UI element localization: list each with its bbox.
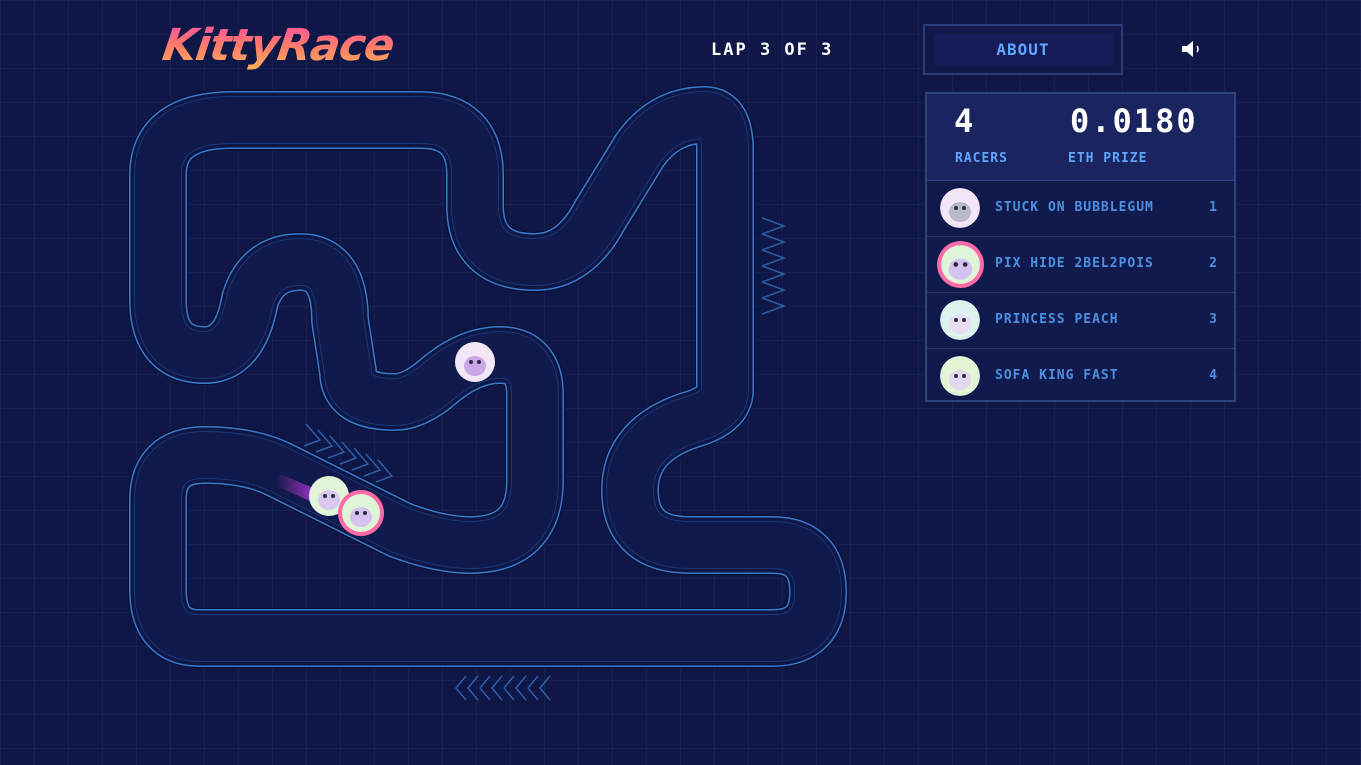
racers-label: RACERS — [955, 151, 1008, 166]
race-panel: 4 RACERS 0.0180 ETH PRIZE STUCK ON BUBBL… — [925, 92, 1236, 402]
kitty-avatar — [940, 188, 980, 228]
kitty-avatar — [940, 300, 980, 340]
chevron-arrows-right — [761, 217, 787, 315]
racer-name: PRINCESS PEACH — [995, 312, 1119, 327]
racer-token-pix-hide[interactable] — [338, 490, 384, 536]
racer-token-stuck-on-bubblegum[interactable] — [455, 342, 495, 382]
racer-name: SOFA KING FAST — [995, 368, 1119, 383]
leaderboard-row[interactable]: PRINCESS PEACH 3 — [927, 293, 1234, 349]
eth-prize-value: 0.0180 — [1070, 102, 1198, 140]
kitty-avatar — [940, 356, 980, 396]
racer-position: 2 — [1209, 256, 1217, 271]
speaker-icon[interactable] — [1180, 38, 1206, 60]
eth-prize-label: ETH PRIZE — [1068, 151, 1148, 166]
racer-position: 4 — [1209, 368, 1217, 383]
about-button[interactable]: ABOUT — [923, 24, 1123, 75]
race-track — [128, 85, 848, 701]
leaderboard-row[interactable]: SOFA KING FAST 4 — [927, 349, 1234, 404]
about-button-label: ABOUT — [996, 40, 1050, 59]
racers-count: 4 — [954, 102, 976, 140]
racer-position: 1 — [1209, 200, 1217, 215]
race-stats: 4 RACERS 0.0180 ETH PRIZE — [927, 94, 1234, 181]
racer-position: 3 — [1209, 312, 1217, 327]
leaderboard-row[interactable]: PIX HIDE 2BEL2POIS 2 — [927, 237, 1234, 293]
racer-name: PIX HIDE 2BEL2POIS — [995, 256, 1154, 271]
leaderboard-row[interactable]: STUCK ON BUBBLEGUM 1 — [927, 181, 1234, 237]
racer-name: STUCK ON BUBBLEGUM — [995, 200, 1154, 215]
kitty-avatar — [937, 241, 984, 288]
chevron-arrows-bottom — [455, 675, 551, 701]
